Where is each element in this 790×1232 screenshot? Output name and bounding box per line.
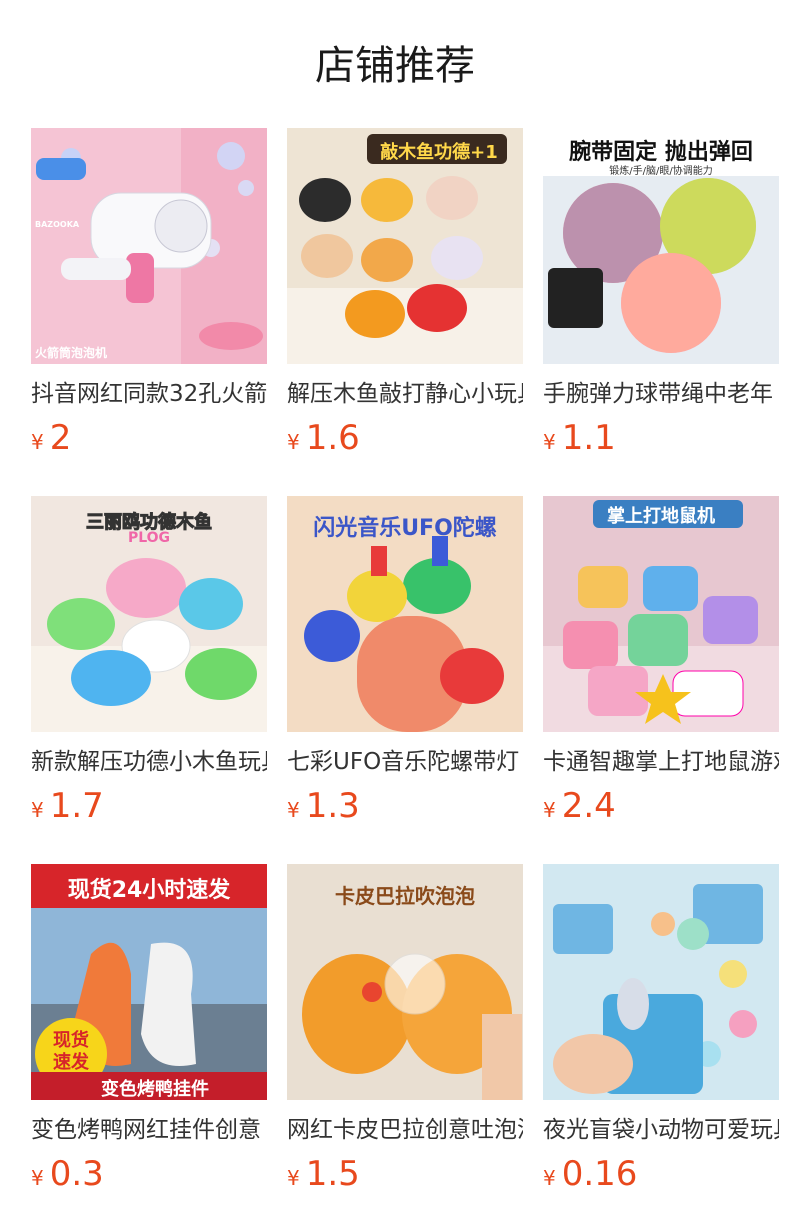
currency-symbol: ¥ xyxy=(543,798,556,822)
product-price: ¥1.6 xyxy=(287,416,523,466)
product-image[interactable]: 敲木鱼功德+1 xyxy=(287,128,523,364)
image-caption-banner: 敲木鱼功德+1 xyxy=(380,142,498,163)
price-value: 1.6 xyxy=(305,418,360,458)
page-title: 店铺推荐 xyxy=(315,43,475,89)
product-price: ¥1.3 xyxy=(287,784,523,834)
product-card[interactable]: 掌上打地鼠机 卡通智趣掌上打地鼠游戏机 ¥2.4 xyxy=(543,496,779,864)
product-card[interactable]: 现货24小时速发 现货 速发 变色烤鸭挂件 变色烤鸭网红挂件创意 ¥0.3 xyxy=(31,864,267,1232)
product-name[interactable]: 变色烤鸭网红挂件创意 xyxy=(31,1114,267,1146)
product-price: ¥1.5 xyxy=(287,1152,523,1202)
product-grid: BAZOOKA 火箭筒泡泡机 抖音网红同款32孔火箭筒泡泡机 ¥2 xyxy=(31,128,779,1232)
image-caption-banner: 火箭筒泡泡机 xyxy=(35,346,108,360)
product-image[interactable]: 三丽鸥功德木鱼 PLOG xyxy=(31,496,267,732)
product-image[interactable]: 卡皮巴拉吹泡泡 xyxy=(287,864,523,1100)
currency-symbol: ¥ xyxy=(31,430,44,454)
product-name[interactable]: 手腕弹力球带绳中老年 xyxy=(543,378,779,410)
product-name[interactable]: 抖音网红同款32孔火箭筒泡泡机 xyxy=(31,378,267,410)
currency-symbol: ¥ xyxy=(31,798,44,822)
price-value: 1.5 xyxy=(305,1154,360,1194)
product-name[interactable]: 解压木鱼敲打静心小玩具 xyxy=(287,378,523,410)
product-price: ¥0.3 xyxy=(31,1152,267,1202)
product-name[interactable]: 新款解压功德小木鱼玩具 xyxy=(31,746,267,778)
price-value: 0.16 xyxy=(561,1154,638,1194)
product-price: ¥1.1 xyxy=(543,416,779,466)
product-card[interactable]: 敲木鱼功德+1 解压木鱼敲打静心小玩具 ¥1.6 xyxy=(287,128,523,496)
product-price: ¥2 xyxy=(31,416,267,466)
product-image[interactable]: 闪光音乐UFO陀螺 xyxy=(287,496,523,732)
currency-symbol: ¥ xyxy=(543,430,556,454)
currency-symbol: ¥ xyxy=(287,798,300,822)
image-caption-banner: 卡皮巴拉吹泡泡 xyxy=(335,884,475,908)
currency-symbol: ¥ xyxy=(31,1166,44,1190)
product-name[interactable]: 网红卡皮巴拉创意吐泡泡 xyxy=(287,1114,523,1146)
price-value: 1.7 xyxy=(49,786,104,826)
product-price: ¥1.7 xyxy=(31,784,267,834)
currency-symbol: ¥ xyxy=(543,1166,556,1190)
image-caption-sub: 锻炼/手/脑/眼/协调能力 xyxy=(609,166,713,177)
image-caption-banner: 掌上打地鼠机 xyxy=(607,506,715,527)
image-caption-banner: 闪光音乐UFO陀螺 xyxy=(313,516,497,541)
price-value: 2.4 xyxy=(561,786,616,826)
price-value: 1.3 xyxy=(305,786,360,826)
product-name[interactable]: 夜光盲袋小动物可爱玩具 xyxy=(543,1114,779,1146)
product-card[interactable]: 腕带固定 抛出弹回 锻炼/手/脑/眼/协调能力 手腕弹力球带绳中老年 ¥1.1 xyxy=(543,128,779,496)
image-caption-sub: PLOG xyxy=(127,530,171,546)
product-card[interactable]: 三丽鸥功德木鱼 PLOG 新款解压功德小木鱼玩具 ¥1.7 xyxy=(31,496,267,864)
product-image[interactable] xyxy=(543,864,779,1100)
product-card[interactable]: 卡皮巴拉吹泡泡 网红卡皮巴拉创意吐泡泡 ¥1.5 xyxy=(287,864,523,1232)
store-recommendations-page: 店铺推荐 BAZOOKA 火箭筒泡泡机 抖音网红同款32孔火箭 ¥ 2 敲木鱼功… xyxy=(0,0,790,1232)
image-caption-badge: 现货 速发 xyxy=(53,1030,89,1073)
image-caption-banner: 现货24小时速发 xyxy=(67,878,231,903)
image-caption-brand: BAZOOKA xyxy=(35,220,80,229)
price-value: 2 xyxy=(49,418,72,458)
product-image[interactable]: BAZOOKA 火箭筒泡泡机 xyxy=(31,128,267,364)
image-caption-footer: 变色烤鸭挂件 xyxy=(101,1079,209,1100)
currency-symbol: ¥ xyxy=(287,1166,300,1190)
product-name[interactable]: 七彩UFO音乐陀螺带灯 xyxy=(287,746,523,778)
product-image[interactable]: 现货24小时速发 现货 速发 变色烤鸭挂件 xyxy=(31,864,267,1100)
product-card[interactable]: 闪光音乐UFO陀螺 七彩UFO音乐陀螺带灯 ¥1.3 xyxy=(287,496,523,864)
price-value: 1.1 xyxy=(561,418,616,458)
currency-symbol: ¥ xyxy=(287,430,300,454)
product-image[interactable]: 掌上打地鼠机 xyxy=(543,496,779,732)
product-price: ¥0.16 xyxy=(543,1152,779,1202)
price-value: 0.3 xyxy=(49,1154,104,1194)
product-image[interactable]: 腕带固定 抛出弹回 锻炼/手/脑/眼/协调能力 xyxy=(543,128,779,364)
product-price: ¥2.4 xyxy=(543,784,779,834)
product-card[interactable]: 夜光盲袋小动物可爱玩具 ¥0.16 xyxy=(543,864,779,1232)
product-card[interactable]: BAZOOKA 火箭筒泡泡机 抖音网红同款32孔火箭筒泡泡机 ¥2 xyxy=(31,128,267,496)
product-name[interactable]: 卡通智趣掌上打地鼠游戏机 xyxy=(543,746,779,778)
